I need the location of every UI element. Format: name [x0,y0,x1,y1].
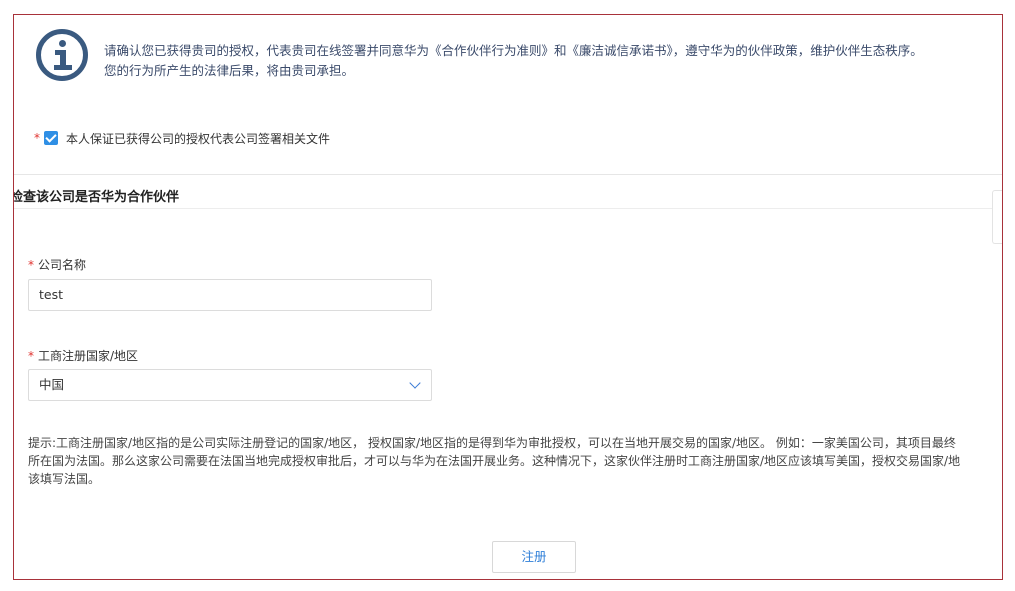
section-divider [14,208,1002,209]
required-mark: * [28,258,34,272]
form-panel: 请确认您已获得贵司的授权，代表贵司在线签署并同意华为《合作伙伴行为准则》和《廉洁… [13,14,1003,580]
consent-label[interactable]: 本人保证已获得公司的授权代表公司签署相关文件 [66,130,330,147]
company-name-input[interactable]: test [28,279,432,311]
company-name-label: * 公司名称 [28,256,86,273]
required-mark: * [34,131,40,145]
side-collapse-tab[interactable] [992,190,1002,244]
hint-line-2: 所在国为法国。那么这家公司需要在法国当地完成授权审批后，才可以与华为在法国开展业… [28,454,961,468]
register-button[interactable]: 注册 [492,541,576,573]
notice-line-2: 您的行为所产生的法律后果，将由贵司承担。 [104,63,355,78]
hint-line-3: 该填写法国。 [28,472,101,486]
consent-checkbox[interactable] [44,131,58,145]
divider [14,174,1002,175]
company-name-label-text: 公司名称 [38,258,87,272]
consent-row[interactable]: * 本人保证已获得公司的授权代表公司签署相关文件 [34,129,330,147]
authorization-notice: 请确认您已获得贵司的授权，代表贵司在线签署并同意华为《合作伙伴行为准则》和《廉洁… [14,15,1002,115]
country-select-value: 中国 [39,377,65,392]
info-icon [36,29,88,81]
hint-line-1: 提示:工商注册国家/地区指的是公司实际注册登记的国家/地区， 授权国家/地区指的… [28,436,956,450]
section-title: 检查该公司是否华为合作伙伴 [13,190,180,205]
country-label-text: 工商注册国家/地区 [38,349,139,363]
country-select[interactable]: 中国 [28,369,432,401]
hint-text: 提示:工商注册国家/地区指的是公司实际注册登记的国家/地区， 授权国家/地区指的… [28,434,1002,488]
notice-line-1: 请确认您已获得贵司的授权，代表贵司在线签署并同意华为《合作伙伴行为准则》和《廉洁… [104,43,923,58]
chevron-down-icon[interactable] [409,377,421,389]
required-mark: * [28,349,34,363]
country-label: * 工商注册国家/地区 [28,347,138,364]
notice-text: 请确认您已获得贵司的授权，代表贵司在线签署并同意华为《合作伙伴行为准则》和《廉洁… [104,41,999,81]
